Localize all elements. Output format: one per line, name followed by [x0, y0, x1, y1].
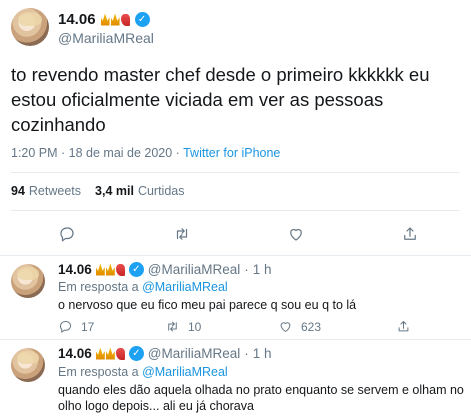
in-reply-to: Em resposta a @MariliaMReal — [58, 365, 228, 379]
main-tweet: 14.06 ✓ @MariliaMReal to revendo master … — [0, 0, 471, 256]
in-reply-prefix: Em resposta a — [58, 365, 143, 379]
like-icon — [290, 228, 302, 241]
tweet-actions — [0, 220, 471, 248]
reply-tweet[interactable]: 14.06 ✓ @MariliaMReal · 1 h Em resposta … — [0, 256, 471, 340]
in-reply-to: Em resposta a @MariliaMReal — [58, 280, 228, 294]
dancer-emoji-icon — [115, 263, 125, 276]
name-emoji-icons — [95, 263, 125, 276]
retweet-icon — [168, 321, 177, 332]
retweet-button[interactable]: 10 — [165, 319, 201, 334]
like-button[interactable] — [282, 220, 310, 248]
separator: · — [244, 346, 249, 361]
author-handle[interactable]: @MariliaMReal — [58, 30, 154, 46]
in-reply-prefix: Em resposta a — [58, 280, 143, 294]
reply-button[interactable]: 17 — [58, 319, 94, 334]
tweet-stats: 94 Retweets 3,4 mil Curtidas — [11, 184, 184, 198]
divider — [11, 172, 460, 173]
share-button[interactable] — [396, 319, 411, 334]
avatar[interactable] — [11, 348, 45, 382]
reply-header: 14.06 ✓ @MariliaMReal · 1 h — [58, 346, 272, 361]
in-reply-handle-link[interactable]: @MariliaMReal — [142, 365, 228, 379]
retweet-button[interactable] — [168, 220, 196, 248]
like-icon — [280, 322, 291, 332]
display-name[interactable]: 14.06 — [58, 346, 92, 361]
reply-icon — [59, 321, 71, 333]
dancer-emoji-icon — [120, 13, 130, 26]
reply-text: quando eles dão aquela olhada no prato e… — [58, 383, 464, 413]
in-reply-handle-link[interactable]: @MariliaMReal — [142, 280, 228, 294]
dancer-emoji-icon — [115, 347, 125, 360]
retweet-icon — [176, 228, 188, 240]
crown-emoji-icon — [95, 263, 105, 276]
crown-emoji-icon — [110, 13, 120, 26]
reply-actions: 17 10 623 — [58, 319, 458, 337]
reply-count: 17 — [81, 319, 95, 334]
display-name[interactable]: 14.06 — [58, 262, 92, 277]
name-emoji-icons — [95, 347, 125, 360]
retweets-count: 94 — [11, 184, 25, 198]
share-icon — [404, 227, 416, 240]
crown-emoji-icon — [100, 13, 110, 26]
avatar[interactable] — [11, 264, 45, 298]
author-handle[interactable]: @MariliaMReal — [148, 262, 240, 277]
divider — [11, 210, 460, 211]
author-handle[interactable]: @MariliaMReal — [148, 346, 240, 361]
like-count: 623 — [301, 319, 322, 334]
author-name-line: 14.06 ✓ — [58, 11, 150, 28]
crown-emoji-icon — [105, 263, 115, 276]
crown-emoji-icon — [105, 347, 115, 360]
tweet-meta: 1:20 PM · 18 de mai de 2020 · Twitter fo… — [11, 146, 280, 160]
verified-badge-icon: ✓ — [128, 346, 144, 361]
reply-tweet[interactable]: 14.06 ✓ @MariliaMReal · 1 h Em resposta … — [0, 340, 471, 420]
tweet-source-link[interactable]: Twitter for iPhone — [183, 146, 280, 160]
reply-icon — [60, 227, 74, 242]
tweet-timestamp[interactable]: 1:20 PM · 18 de mai de 2020 · — [11, 146, 183, 160]
verified-badge-icon: ✓ — [134, 12, 150, 27]
likes-stat[interactable]: 3,4 mil Curtidas — [95, 184, 184, 198]
display-name[interactable]: 14.06 — [58, 11, 96, 28]
reply-header: 14.06 ✓ @MariliaMReal · 1 h — [58, 262, 272, 277]
share-button[interactable] — [396, 220, 424, 248]
avatar[interactable] — [11, 8, 49, 46]
separator: · — [244, 262, 249, 277]
tweet-text: to revendo master chef desde o primeiro … — [11, 64, 430, 135]
retweets-stat[interactable]: 94 Retweets — [11, 184, 81, 198]
verified-badge-icon: ✓ — [128, 262, 144, 277]
retweets-label: Retweets — [28, 184, 82, 198]
reply-text: o nervoso que eu fico meu pai parece q s… — [58, 298, 357, 312]
retweet-count: 10 — [188, 319, 202, 334]
name-emoji-icons — [100, 13, 130, 26]
reply-button[interactable] — [53, 220, 81, 248]
like-button[interactable]: 623 — [278, 319, 321, 334]
reply-time[interactable]: 1 h — [253, 262, 272, 277]
likes-count: 3,4 mil — [95, 184, 134, 198]
reply-time[interactable]: 1 h — [253, 346, 272, 361]
crown-emoji-icon — [95, 347, 105, 360]
share-icon — [398, 321, 409, 332]
likes-label: Curtidas — [137, 184, 185, 198]
